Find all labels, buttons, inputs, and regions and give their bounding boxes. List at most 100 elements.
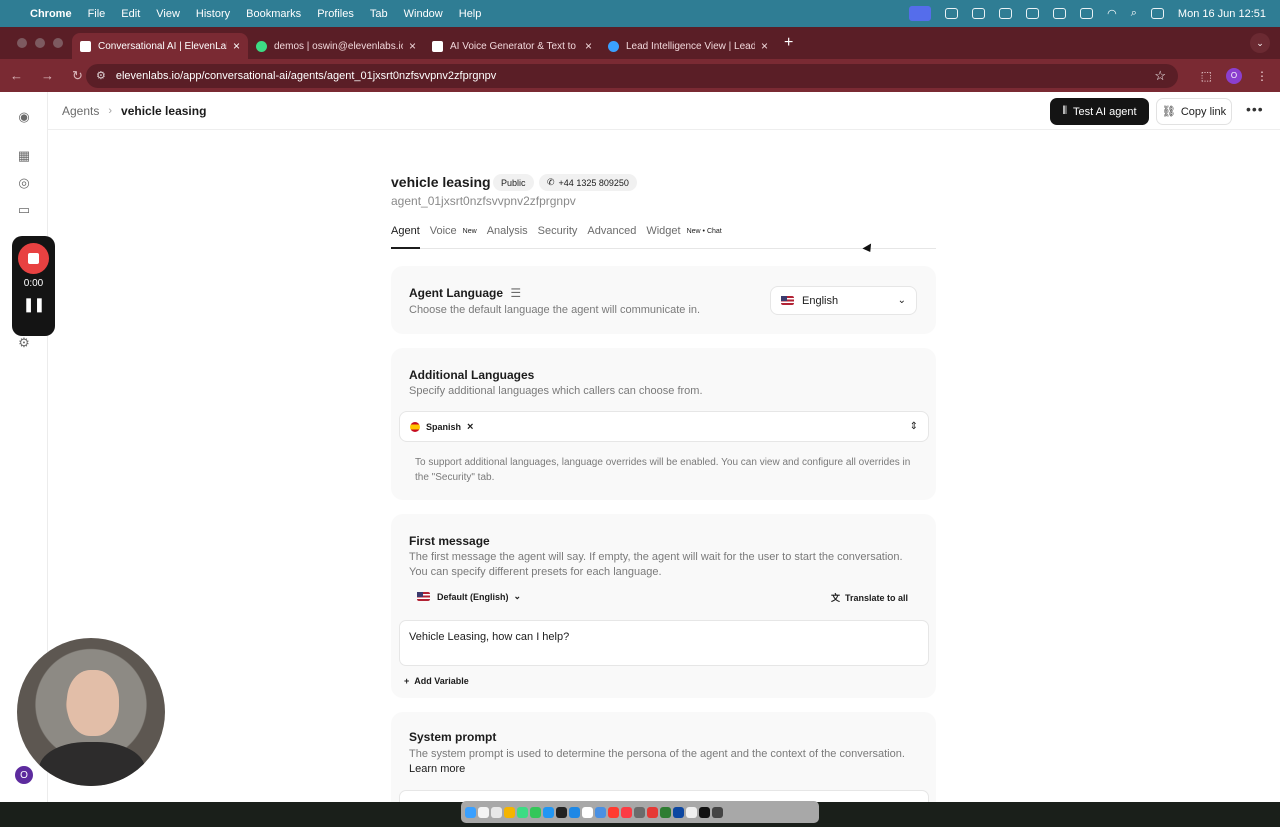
translate-to-all-button[interactable]: 文 Translate to all (831, 591, 908, 604)
conversations-icon[interactable]: ▭ (16, 202, 32, 218)
tab-title: AI Voice Generator & Text to S (450, 40, 579, 52)
app-icon[interactable] (699, 806, 710, 818)
terminal-icon[interactable] (556, 806, 567, 818)
browser-tab-lead-intelligence[interactable]: Lead Intelligence View | Lead × (600, 33, 776, 59)
agents-icon[interactable]: ◎ (16, 175, 32, 191)
play-icon[interactable] (1053, 8, 1067, 19)
tab-voice[interactable]: Voice New (430, 225, 477, 249)
site-info-icon[interactable]: ⚙ (96, 69, 106, 82)
profile-avatar[interactable]: O (1226, 67, 1242, 84)
messages-icon[interactable] (530, 806, 541, 818)
tab-search-chevron-icon[interactable]: ⌄ (1250, 33, 1270, 53)
more-options-icon[interactable]: ••• (1246, 101, 1264, 117)
menu-edit[interactable]: Edit (121, 8, 140, 20)
user-avatar[interactable]: O (13, 764, 35, 786)
url-text: elevenlabs.io/app/conversational-ai/agen… (115, 69, 497, 82)
phone-number-badge[interactable]: ✆ +44 1325 809250 (539, 174, 637, 191)
app-icon[interactable] (608, 806, 619, 818)
minimize-window-button[interactable] (35, 38, 45, 48)
additional-languages-multiselect[interactable]: Spanish × ⇕ (399, 411, 929, 442)
status-app-icon[interactable] (972, 8, 986, 19)
visibility-badge: Public (493, 174, 534, 191)
app-icon[interactable] (478, 806, 489, 818)
zoom-window-button[interactable] (53, 38, 63, 48)
close-tab-icon[interactable]: × (585, 39, 592, 53)
menu-tab[interactable]: Tab (370, 8, 388, 20)
browser-tab-strip: Conversational AI | ElevenLab × demos | … (0, 27, 1280, 59)
app-icon[interactable] (517, 806, 528, 818)
chrome-menu-icon[interactable]: ⋮ (1256, 69, 1268, 83)
menu-help[interactable]: Help (459, 8, 482, 20)
close-window-button[interactable] (17, 38, 27, 48)
tab-advanced[interactable]: Advanced (587, 225, 636, 249)
browser-tab-voice-generator[interactable]: AI Voice Generator & Text to S × (424, 33, 600, 59)
agent-id[interactable]: agent_01jxsrt0nzfsvvpnv2zfprgnpv (391, 194, 576, 208)
chevron-right-icon: › (108, 104, 113, 117)
app-icon[interactable] (673, 806, 684, 818)
stop-recording-button[interactable] (18, 243, 49, 274)
menu-file[interactable]: File (88, 8, 106, 20)
app-icon[interactable] (595, 806, 606, 818)
menu-history[interactable]: History (196, 8, 230, 20)
sliders-icon[interactable]: ☰ (510, 286, 521, 300)
first-message-input[interactable]: Vehicle Leasing, how can I help? (399, 620, 929, 666)
app-icon[interactable] (582, 806, 593, 818)
add-variable-button[interactable]: + Add Variable (404, 676, 469, 686)
menu-bookmarks[interactable]: Bookmarks (246, 8, 301, 20)
vscode-icon[interactable] (569, 806, 580, 818)
app-icon[interactable] (634, 806, 645, 818)
tab-widget[interactable]: Widget New • Chat (646, 225, 721, 249)
tab-agent[interactable]: Agent (391, 225, 420, 249)
back-arrow-icon[interactable]: ← (10, 68, 23, 83)
menu-app-name[interactable]: Chrome (30, 8, 72, 20)
finder-icon[interactable] (465, 806, 476, 818)
browser-tab-demos[interactable]: demos | oswin@elevenlabs.io × (248, 33, 424, 59)
new-tab-button[interactable]: + (784, 34, 793, 52)
reload-icon[interactable]: ↻ (72, 68, 83, 84)
language-preset-dropdown[interactable]: Default (English) ⌄ (417, 591, 521, 602)
window-controls (0, 38, 72, 48)
screen-record-icon[interactable] (909, 6, 932, 21)
music-icon[interactable] (621, 806, 632, 818)
remove-chip-icon[interactable]: × (467, 421, 473, 433)
browser-tab-conversational-ai[interactable]: Conversational AI | ElevenLab × (72, 33, 248, 59)
menu-view[interactable]: View (156, 8, 180, 20)
clock[interactable]: Mon 16 Jun 12:51 (1178, 8, 1266, 20)
control-center-icon[interactable] (1150, 8, 1164, 19)
close-tab-icon[interactable]: × (761, 39, 768, 53)
menu-window[interactable]: Window (404, 8, 443, 20)
extensions-puzzle-icon[interactable]: ⬚ (1201, 69, 1212, 83)
close-tab-icon[interactable]: × (409, 39, 416, 53)
trash-icon[interactable] (712, 806, 723, 818)
forward-arrow-icon[interactable]: → (41, 68, 54, 83)
breadcrumb-agents[interactable]: Agents (62, 104, 99, 118)
spotlight-search-icon[interactable]: ⌕ (1131, 7, 1137, 20)
elevenlabs-logo-icon[interactable]: ◉ (16, 109, 32, 125)
bookmark-star-icon[interactable]: ☆ (1154, 68, 1166, 84)
tab-analysis[interactable]: Analysis (487, 225, 528, 249)
grid-icon[interactable]: ▦ (16, 148, 32, 164)
status-app-icon[interactable] (999, 8, 1013, 19)
status-app-icon[interactable] (945, 8, 959, 19)
tab-security[interactable]: Security (538, 225, 578, 249)
address-bar[interactable]: ⚙ elevenlabs.io/app/conversational-ai/ag… (86, 63, 1178, 88)
app-icon[interactable] (491, 806, 502, 818)
copy-link-button[interactable]: ⛓ Copy link (1156, 98, 1232, 125)
chrome-icon[interactable] (504, 806, 515, 818)
menu-profiles[interactable]: Profiles (317, 8, 354, 20)
app-icon[interactable] (647, 806, 658, 818)
test-ai-agent-button[interactable]: ⫴ Test AI agent (1050, 98, 1149, 125)
pause-recording-icon[interactable]: ❚❚ (12, 296, 55, 313)
webcam-bubble[interactable] (17, 638, 165, 786)
agent-language-select[interactable]: English ⌄ (770, 286, 917, 315)
app-icon[interactable] (543, 806, 554, 818)
recording-timer: 0:00 (23, 278, 44, 289)
battery-icon[interactable] (1080, 8, 1094, 19)
status-app-icon[interactable] (1026, 8, 1040, 19)
app-icon[interactable] (660, 806, 671, 818)
close-tab-icon[interactable]: × (233, 39, 240, 53)
settings-gear-icon[interactable]: ⚙ (16, 335, 32, 351)
wifi-icon[interactable]: ◠ (1107, 7, 1117, 20)
learn-more-link[interactable]: Learn more (409, 762, 919, 777)
document-icon[interactable] (686, 806, 697, 818)
